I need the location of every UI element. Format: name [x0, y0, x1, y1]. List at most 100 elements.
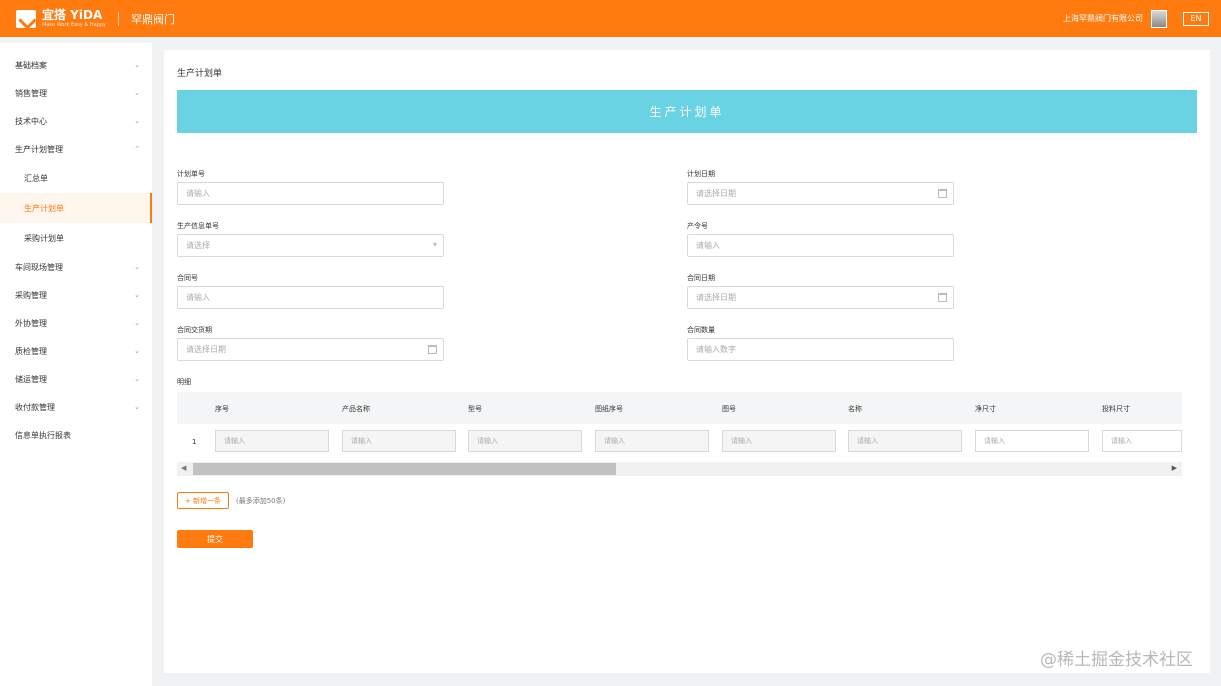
contract-date-label: 合同日期	[687, 274, 715, 282]
sidebar-item-label: 技术中心	[15, 116, 47, 126]
header-right: 上海罕鼎阀门有限公司 EN	[1063, 9, 1209, 28]
company-name: 上海罕鼎阀门有限公司	[1063, 14, 1143, 23]
contract-qty-input[interactable]: 请输入数字	[687, 338, 954, 361]
sidebar-subitem-label: 汇总单	[24, 173, 48, 183]
sidebar-item-label: 基础档案	[15, 60, 47, 70]
cell-input-net-size[interactable]: 请输入	[975, 430, 1089, 452]
logo-main-text: 宜搭 YiDA	[42, 8, 103, 22]
chevron-up-icon: ⌃	[134, 145, 140, 153]
production-info-no-label: 生产信息单号	[177, 222, 219, 230]
logo-sub-text: Make Work Easy & Happy	[42, 22, 107, 28]
plan-date-picker[interactable]: 请选择日期	[687, 182, 954, 205]
sidebar-item-sales[interactable]: 销售管理 ⌄	[0, 79, 152, 107]
sidebar-item-label: 采购管理	[15, 290, 47, 300]
column-header: 投料尺寸	[1102, 405, 1130, 413]
sidebar-subitem-summary[interactable]: 汇总单	[0, 163, 152, 193]
cell-input-feed-size[interactable]: 请输入	[1102, 430, 1182, 452]
sidebar-item-label: 外协管理	[15, 318, 47, 328]
order-no-label: 产令号	[687, 222, 708, 230]
sidebar-item-label: 信息单执行报表	[15, 430, 71, 440]
sidebar-item-logistics[interactable]: 储运管理 ⌄	[0, 365, 152, 393]
sidebar: 基础档案 ⌄ 销售管理 ⌄ 技术中心 ⌄ 生产计划管理 ⌃ 汇总单 生产计划单 采购计划…	[0, 43, 152, 686]
avatar[interactable]	[1151, 9, 1167, 28]
sidebar-item-label: 生产计划管理	[15, 144, 63, 154]
column-header: 图纸序号	[595, 405, 623, 413]
contract-qty-label: 合同数量	[687, 326, 715, 334]
top-bar: 宜搭 YiDA Make Work Easy & Happy 罕鼎阀门 上海罕鼎…	[0, 0, 1221, 37]
column-header: 型号	[468, 405, 482, 413]
cell-input-drawing-no[interactable]: 请输入	[722, 430, 836, 452]
calendar-icon	[938, 293, 947, 302]
submit-button[interactable]: 提交	[177, 530, 253, 548]
add-row-button[interactable]: + 新增一条	[177, 492, 229, 509]
form-banner: 生产计划单	[177, 90, 1197, 133]
chevron-down-icon: ⌄	[134, 319, 140, 327]
sidebar-item-basic-archive[interactable]: 基础档案 ⌄	[0, 51, 152, 79]
sidebar-item-purchase[interactable]: 采购管理 ⌄	[0, 281, 152, 309]
sidebar-subitem-label: 生产计划单	[24, 203, 64, 213]
watermark: @稀土掘金技术社区	[1040, 650, 1193, 670]
cell-input-drawing-serial[interactable]: 请输入	[595, 430, 709, 452]
main-content: 生产计划单 生产计划单 计划单号 请输入 生产信息单号 请选择 ▾ 合同号 请输…	[164, 50, 1210, 673]
scroll-thumb[interactable]	[193, 463, 616, 475]
plan-no-label: 计划单号	[177, 170, 205, 178]
yida-logo-icon	[16, 9, 36, 28]
column-header: 名称	[848, 405, 862, 413]
sidebar-item-report[interactable]: 信息单执行报表	[0, 421, 152, 449]
logo[interactable]: 宜搭 YiDA Make Work Easy & Happy	[42, 9, 106, 28]
chevron-down-icon: ⌄	[134, 89, 140, 97]
chevron-down-icon: ⌄	[134, 347, 140, 355]
date-placeholder: 请选择日期	[696, 293, 736, 302]
sidebar-item-label: 质检管理	[15, 346, 47, 356]
sidebar-item-outsourcing[interactable]: 外协管理 ⌄	[0, 309, 152, 337]
cell-input-model[interactable]: 请输入	[468, 430, 582, 452]
chevron-down-icon: ⌄	[134, 61, 140, 69]
cell-input-name[interactable]: 请输入	[848, 430, 962, 452]
column-header: 图号	[722, 405, 736, 413]
chevron-down-icon: ⌄	[134, 263, 140, 271]
scroll-right-icon[interactable]: ▶	[1172, 464, 1177, 472]
sidebar-item-payments[interactable]: 收付款管理 ⌄	[0, 393, 152, 421]
sidebar-item-label: 车间现场管理	[15, 262, 63, 272]
chevron-down-icon: ⌄	[134, 403, 140, 411]
header-divider	[118, 11, 120, 26]
language-toggle-button[interactable]: EN	[1183, 11, 1209, 26]
contract-no-label: 合同号	[177, 274, 198, 282]
add-row-hint: (最多添加50条)	[236, 497, 286, 505]
row-index: 1	[192, 438, 197, 446]
date-placeholder: 请选择日期	[186, 345, 226, 354]
sidebar-item-label: 销售管理	[15, 88, 47, 98]
page-title: 生产计划单	[177, 69, 223, 79]
cell-input-serial[interactable]: 请输入	[215, 430, 329, 452]
scroll-left-icon[interactable]: ◀	[181, 464, 186, 472]
sidebar-subitem-label: 采购计划单	[24, 233, 64, 243]
sidebar-subitem-purchase-plan[interactable]: 采购计划单	[0, 223, 152, 253]
sidebar-item-label: 收付款管理	[15, 402, 55, 412]
detail-section-label: 明细	[177, 378, 191, 386]
app-name[interactable]: 罕鼎阀门	[131, 11, 175, 27]
contract-date-picker[interactable]: 请选择日期	[687, 286, 954, 309]
select-placeholder: 请选择	[186, 241, 210, 250]
contract-delivery-label: 合同交货期	[177, 326, 212, 334]
sidebar-item-label: 储运管理	[15, 374, 47, 384]
sidebar-item-production-plan[interactable]: 生产计划管理 ⌃	[0, 135, 152, 163]
chevron-down-icon: ⌄	[134, 375, 140, 383]
detail-table-header: 序号 产品名称 型号 图纸序号 图号 名称 净尺寸 投料尺寸	[177, 392, 1182, 424]
sidebar-item-tech-center[interactable]: 技术中心 ⌄	[0, 107, 152, 135]
sidebar-item-workshop[interactable]: 车间现场管理 ⌄	[0, 253, 152, 281]
plan-no-input[interactable]: 请输入	[177, 182, 444, 205]
column-header: 净尺寸	[975, 405, 996, 413]
order-no-input[interactable]: 请输入	[687, 234, 954, 257]
production-info-no-select[interactable]: 请选择 ▾	[177, 234, 444, 257]
chevron-down-icon: ⌄	[134, 117, 140, 125]
sidebar-item-quality[interactable]: 质检管理 ⌄	[0, 337, 152, 365]
cell-input-product-name[interactable]: 请输入	[342, 430, 456, 452]
sidebar-subitem-production-plan[interactable]: 生产计划单	[0, 193, 152, 223]
plan-date-label: 计划日期	[687, 170, 715, 178]
horizontal-scrollbar[interactable]: ◀ ▶	[177, 462, 1182, 476]
contract-delivery-date-picker[interactable]: 请选择日期	[177, 338, 444, 361]
chevron-down-icon: ⌄	[134, 291, 140, 299]
calendar-icon	[938, 189, 947, 198]
caret-down-icon: ▾	[432, 240, 437, 249]
contract-no-input[interactable]: 请输入	[177, 286, 444, 309]
